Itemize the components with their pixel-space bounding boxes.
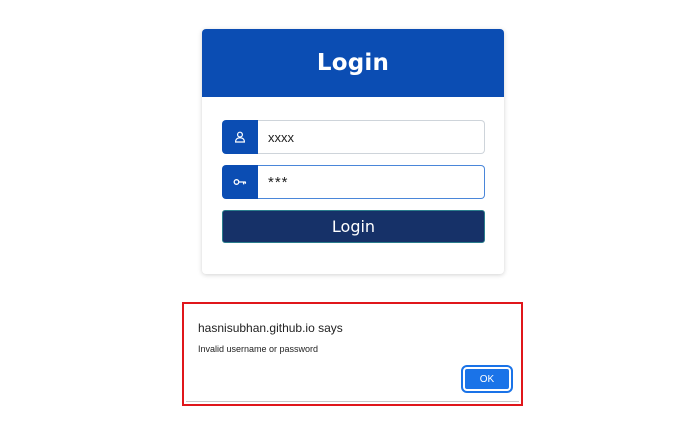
alert-message-text: Invalid username or password bbox=[198, 344, 319, 354]
alert-dialog: hasnisubhan.github.io says Invalid usern… bbox=[186, 306, 519, 402]
login-card: Login Login bbox=[202, 29, 504, 274]
password-input[interactable] bbox=[258, 165, 485, 199]
user-icon bbox=[222, 120, 258, 154]
username-row bbox=[222, 120, 485, 154]
username-input[interactable] bbox=[258, 120, 485, 154]
ok-button[interactable]: OK bbox=[461, 365, 513, 393]
alert-highlight-frame: hasnisubhan.github.io says Invalid usern… bbox=[182, 302, 523, 406]
login-header: Login bbox=[202, 29, 504, 97]
key-icon bbox=[222, 165, 258, 199]
alert-origin-text: hasnisubhan.github.io says bbox=[198, 321, 343, 335]
login-title: Login bbox=[316, 50, 390, 76]
password-row bbox=[222, 165, 485, 199]
login-button[interactable]: Login bbox=[222, 210, 485, 243]
